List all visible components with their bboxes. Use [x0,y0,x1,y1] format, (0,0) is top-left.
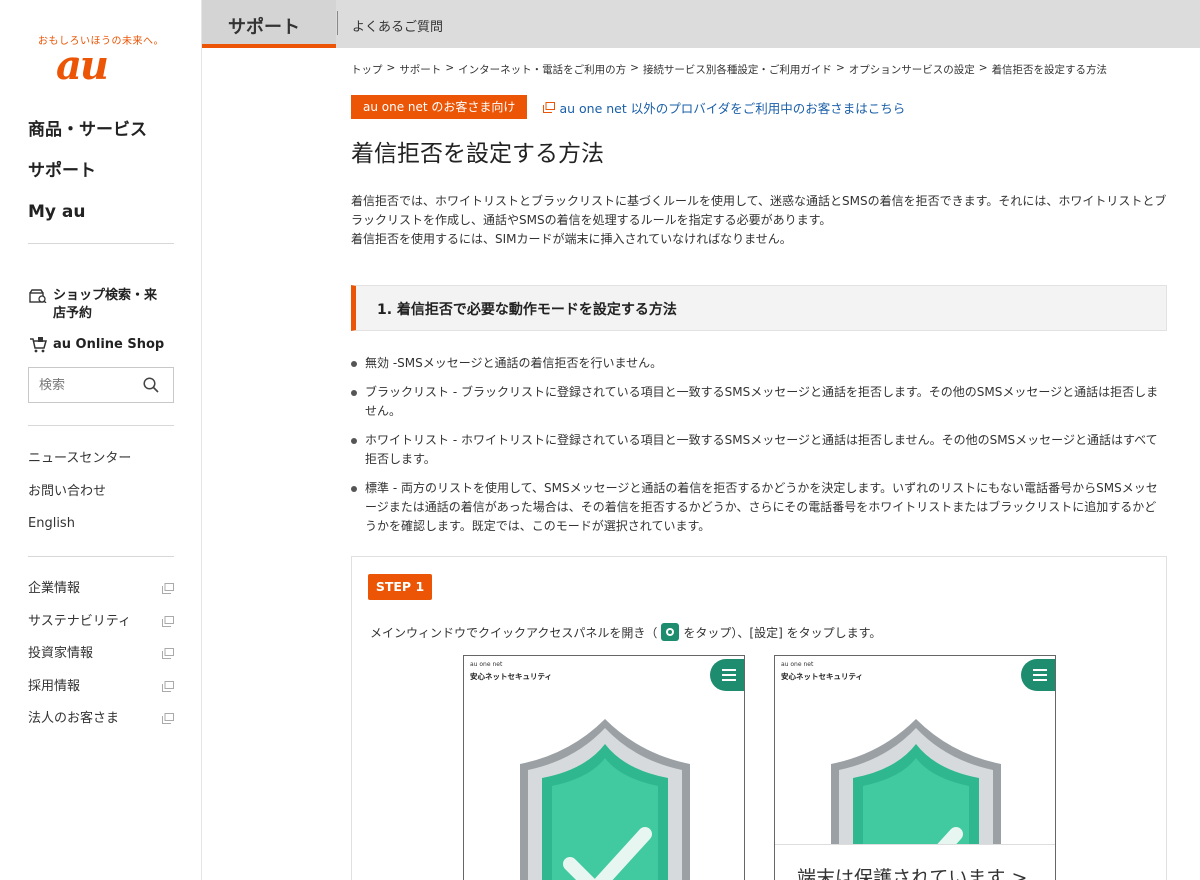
breadcrumb-separator: > [445,62,455,74]
breadcrumb-current: 着信拒否を設定する方法 [991,64,1108,76]
phone-app-name: 安心ネットセキュリティ [781,672,864,681]
logo-mark: au [56,42,109,89]
list-item: 無効 -SMSメッセージと通話の着信拒否を行いません。 [351,354,1167,373]
customer-tag-row: au one net のお客さま向け au one net 以外のプロバイダをご… [351,95,905,119]
mode-list: 無効 -SMSメッセージと通話の着信拒否を行いません。 ブラックリスト - ブラ… [351,354,1167,546]
breadcrumb-separator: > [835,62,845,74]
step-instruction: メインウィンドウでクイックアクセスパネルを開き（ をタップ）、[設定] をタップ… [370,623,881,641]
breadcrumb-separator: > [630,62,639,74]
phone-screenshot: au one net 安心ネットセキュリティ [463,655,745,880]
nav-item-careers[interactable]: 採用情報 [28,677,174,710]
search-icon[interactable] [143,377,159,393]
nav-item-label: 企業情報 [28,581,81,596]
phone-brand: au one net [781,661,814,668]
customer-tag: au one net のお客さま向け [351,95,528,119]
nav-item-corporate[interactable]: 企業情報 [28,579,174,612]
tab-support-label: サポート [228,17,300,38]
main-nav: 商品・サービス サポート My au [28,116,147,239]
breadcrumb-item[interactable]: オプションサービスの設定 [849,62,975,77]
protection-status-banner: 端末は保護されています > [775,844,1055,880]
nav-item-contact[interactable]: お問い合わせ [28,482,131,515]
alt-provider-link[interactable]: au one net 以外のプロバイダをご利用中のお客さまはこちら [543,98,905,117]
menu-icon [710,659,744,691]
divider [28,425,174,426]
nav-item-english[interactable]: English [28,514,131,547]
online-shop-link[interactable]: au Online Shop [28,336,164,354]
breadcrumb-item[interactable]: トップ [351,62,383,77]
breadcrumb: トップ > サポート > インターネット・電話をご利用の方 > 接続サービス別各… [351,62,1167,77]
breadcrumb-item[interactable]: サポート [399,62,441,77]
shop-search-label: ショップ検索・来店予約 [53,288,158,321]
shop-icon [28,287,48,305]
quick-access-icon [661,623,680,641]
nav-item-label: 投資家情報 [28,646,94,661]
cart-icon [28,336,48,354]
intro-text: 着信拒否では、ホワイトリストとブラックリストに基づくルールを使用して、迷惑な通話… [351,192,1167,249]
protection-status-text: 端末は保護されています > [797,867,1028,880]
step-text-before: メインウィンドウでクイックアクセスパネルを開き（ [370,625,658,640]
external-link-icon [162,648,174,659]
faq-link[interactable]: よくあるご質問 [352,16,443,35]
divider [337,11,338,35]
page-title: 着信拒否を設定する方法 [351,141,604,167]
intro-paragraph: 着信拒否を使用するには、SIMカードが端末に挿入されていなければなりません。 [351,232,792,246]
breadcrumb-separator: > [386,62,396,74]
section-title: 1. 着信拒否で必要な動作モードを設定する方法 [377,302,677,318]
nav-item-label: 法人のお客さま [28,711,120,726]
nav-item-label: サステナビリティ [28,613,131,629]
list-item: 標準 - 両方のリストを使用して、SMSメッセージと通話の着信を拒否するかどうか… [351,479,1167,536]
search-box [28,367,174,403]
breadcrumb-item[interactable]: 接続サービス別各種設定・ご利用ガイド [643,62,832,77]
external-nav: 企業情報 サステナビリティ 投資家情報 採用情報 法人のお客さま [28,579,174,742]
external-link-icon [162,583,174,594]
sidebar: おもしろいほうの未来へ。 au 商品・サービス サポート My au ショップ検… [0,0,202,880]
section-heading: 1. 着信拒否で必要な動作モードを設定する方法 [351,285,1167,331]
breadcrumb-separator: > [978,62,988,74]
external-link-icon [162,680,174,692]
nav-item-products[interactable]: 商品・サービス [28,116,147,157]
nav-item-my-au[interactable]: My au [28,198,147,239]
shop-search-link[interactable]: ショップ検索・来店予約 [28,287,163,323]
online-shop-label: au Online Shop [53,337,165,352]
divider [28,243,174,244]
divider [28,556,174,557]
nav-item-business[interactable]: 法人のお客さま [28,709,174,742]
top-bar: サポート よくあるご質問 [202,0,1200,48]
list-item: ホワイトリスト - ホワイトリストに登録されている項目と一致するSMSメッセージ… [351,431,1167,469]
menu-icon [1021,659,1055,691]
external-link-icon [543,101,556,113]
phone-brand: au one net [470,661,503,668]
nav-item-label: 採用情報 [28,678,81,694]
sub-nav: ニュースセンター お問い合わせ English [28,449,131,547]
step-badge: STEP 1 [368,574,432,600]
phone-app-name: 安心ネットセキュリティ [470,672,553,681]
au-logo[interactable]: おもしろいほうの未来へ。 au [38,32,168,88]
nav-item-sustainability[interactable]: サステナビリティ [28,612,174,645]
alt-provider-label: au one net 以外のプロバイダをご利用中のお客さまはこちら [559,100,906,116]
nav-item-support[interactable]: サポート [28,157,147,198]
step-box: STEP 1 メインウィンドウでクイックアクセスパネルを開き（ をタップ）、[設… [351,556,1167,880]
search-input[interactable] [39,377,139,393]
external-link-icon [162,713,174,724]
step-text-after: をタップ）、[設定] をタップします。 [683,625,882,640]
list-item: ブラックリスト - ブラックリストに登録されている項目と一致するSMSメッセージ… [351,383,1167,421]
intro-paragraph: 着信拒否では、ホワイトリストとブラックリストに基づくルールを使用して、迷惑な通話… [351,194,1167,227]
tab-support[interactable]: サポート [202,0,336,48]
breadcrumb-item[interactable]: インターネット・電話をご利用の方 [458,62,626,77]
nav-item-investors[interactable]: 投資家情報 [28,644,174,677]
external-link-icon [162,615,174,627]
shield-icon [520,719,690,880]
phone-screenshot: au one net 安心ネットセキュリティ 端末は保護されています > [774,655,1056,880]
nav-item-news-center[interactable]: ニュースセンター [28,449,131,482]
